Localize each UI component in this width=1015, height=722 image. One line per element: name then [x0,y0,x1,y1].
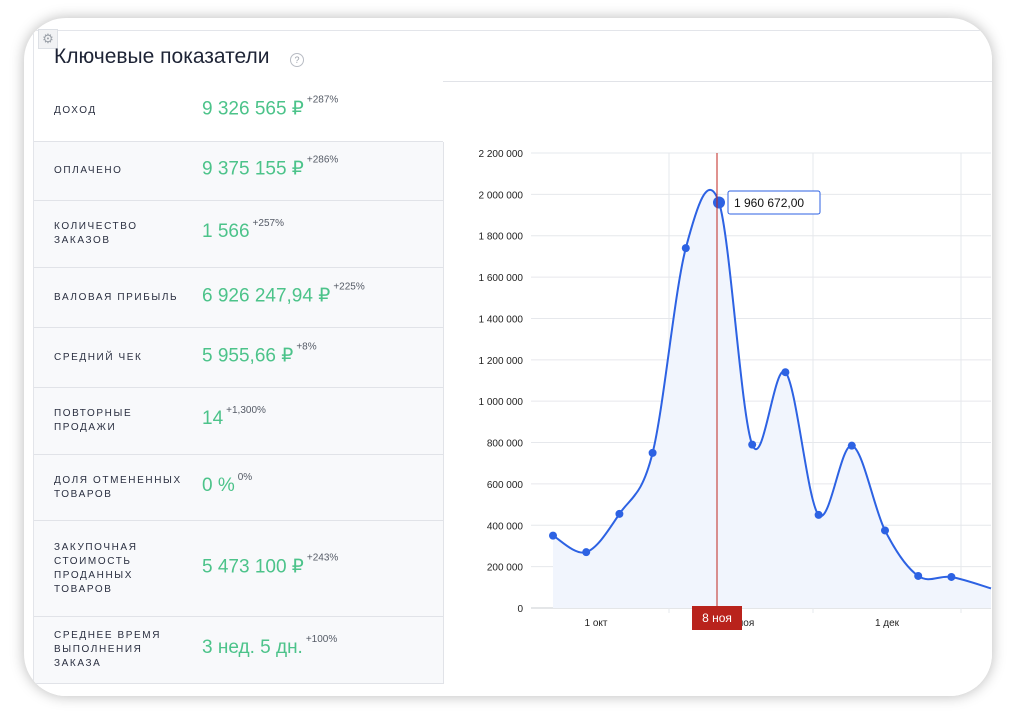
data-point [881,526,889,535]
data-point [947,572,956,581]
data-point [914,571,923,580]
y-tick-label: 200 000 [487,563,524,574]
window-frame: ⚙ Ключевые показатели ? ДОХОД 9 326 565 … [24,18,992,696]
data-point [615,509,624,518]
data-point [648,448,657,457]
data-point [582,548,591,557]
data-point [748,440,757,449]
y-tick-label: 1 200 000 [479,356,524,367]
y-tick-label: 1 600 000 [479,273,524,284]
y-tick-label: 1 400 000 [479,314,524,325]
y-tick-label: 2 000 000 [479,190,524,201]
tooltip-value: 1 960 672,00 [734,196,804,210]
hover-date-label: 8 ноя [702,611,732,625]
y-tick-label: 2 200 000 [479,149,524,160]
y-tick-label: 800 000 [487,439,524,450]
x-tick-label: 1 дек [875,618,900,629]
key-metrics-panel: ⚙ Ключевые показатели ? ДОХОД 9 326 565 … [33,29,992,696]
data-point [814,510,823,519]
data-point [847,441,856,450]
y-tick-label: 400 000 [487,521,524,532]
y-tick-label: 1 000 000 [479,397,524,408]
y-tick-label: 0 [517,604,523,615]
data-point [713,196,725,209]
data-point [549,531,557,540]
x-tick-label: 1 окт [585,618,608,629]
data-point [781,368,790,377]
revenue-chart[interactable]: 0 200 000 400 000 600 000 800 000 1 000 000 1 … [34,31,992,696]
data-point [681,244,690,253]
y-tick-label: 1 800 000 [479,232,524,243]
y-tick-label: 600 000 [487,480,524,491]
